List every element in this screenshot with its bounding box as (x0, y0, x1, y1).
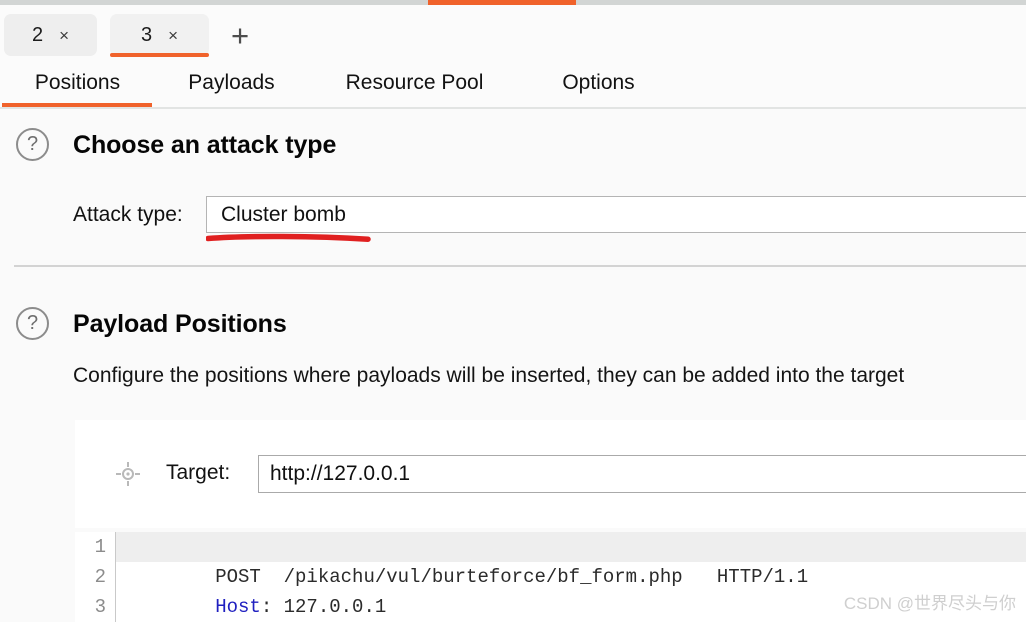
attack-type-label: Attack type: (73, 202, 183, 226)
tab-label: Positions (34, 70, 121, 94)
attack-type-select[interactable]: Cluster bomb (206, 196, 1026, 233)
watermark: CSDN @世界尽头与你 (843, 594, 1016, 613)
main-tab-bar: Positions Payloads Resource Pool Options (0, 60, 1026, 109)
payload-positions-description: Configure the positions where payloads w… (73, 364, 905, 387)
line-number-gutter: 1 2 3 (75, 532, 116, 622)
request-tab-active-indicator (110, 53, 209, 57)
tab-label: Payloads (188, 70, 275, 94)
attack-type-value: Cluster bomb (221, 202, 346, 226)
annotation-underline (206, 233, 372, 242)
intruder-window: 2 × 3 × + Positions Payloads Resource Po… (0, 0, 1026, 622)
request-tab-3[interactable]: 3 × (110, 14, 209, 56)
close-icon[interactable]: × (59, 27, 69, 44)
request-tab-2[interactable]: 2 × (4, 14, 97, 56)
tab-payloads[interactable]: Payloads (155, 60, 308, 105)
add-tab-icon[interactable]: + (222, 19, 258, 51)
target-label: Target: (166, 461, 231, 484)
help-icon[interactable]: ? (16, 128, 49, 161)
tab-label: Options (562, 70, 635, 94)
attack-type-heading: Choose an attack type (73, 131, 337, 159)
tab-resource-pool[interactable]: Resource Pool (308, 60, 521, 105)
request-line[interactable]: POST /pikachu/vul/burteforce/bf_form.php… (116, 532, 1026, 588)
help-icon[interactable]: ? (16, 307, 49, 340)
tab-label: Resource Pool (345, 70, 484, 94)
request-tab-label: 3 (140, 24, 153, 46)
tab-positions[interactable]: Positions (0, 60, 155, 105)
request-tab-label: 2 (31, 24, 44, 46)
payload-positions-heading: Payload Positions (73, 310, 287, 338)
section-divider (14, 265, 1026, 267)
target-value: http://127.0.0.1 (270, 462, 411, 485)
close-icon[interactable]: × (168, 27, 178, 44)
line-number: 3 (94, 596, 106, 618)
crosshair-icon (116, 462, 140, 486)
tab-active-indicator (2, 103, 152, 107)
line-number: 1 (94, 536, 106, 558)
attack-type-row: Attack type: (73, 196, 193, 233)
target-input[interactable]: http://127.0.0.1 (258, 455, 1026, 493)
line-number: 2 (94, 566, 106, 588)
request-tab-bar: 2 × 3 × + (0, 5, 1026, 62)
request-line[interactable]: Host: 127.0.0.1 (116, 562, 1026, 618)
tab-options[interactable]: Options (521, 60, 676, 105)
